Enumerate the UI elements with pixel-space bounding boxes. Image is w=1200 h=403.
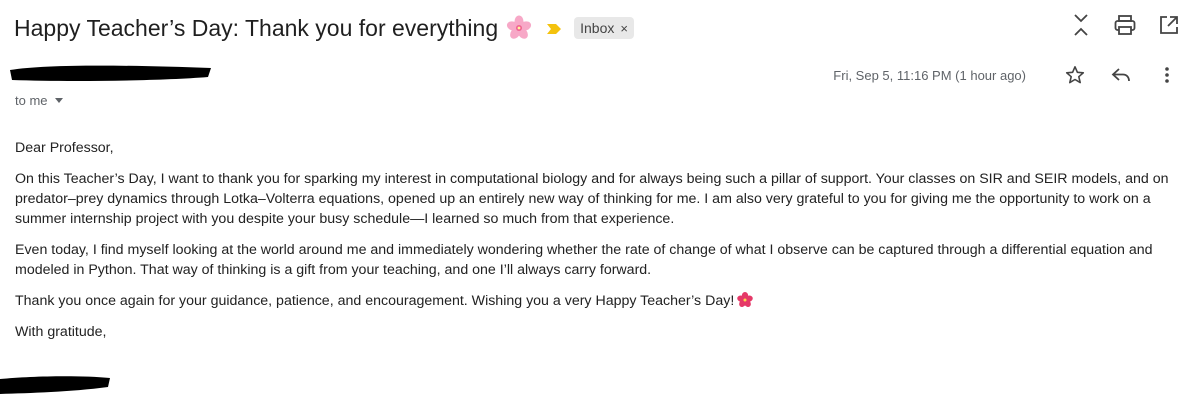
greeting: Dear Professor,	[15, 140, 114, 156]
remove-label-icon[interactable]: ×	[620, 21, 628, 36]
paragraph-3: Thank you once again for your guidance, …	[15, 293, 735, 309]
importance-marker-icon[interactable]	[546, 22, 562, 34]
message-date: Fri, Sep 5, 11:16 PM (1 hour ago)	[833, 67, 1026, 83]
paragraph-2: Even today, I find myself looking at the…	[15, 242, 1153, 278]
email-subject: Happy Teacher’s Day: Thank you for every…	[14, 14, 499, 41]
caret-down-icon	[54, 98, 63, 103]
expand-collapse-icon[interactable]	[1070, 14, 1092, 36]
message-meta: Fri, Sep 5, 11:16 PM (1 hour ago)	[833, 64, 1178, 86]
cherry-blossom-icon	[506, 15, 532, 41]
more-vert-icon[interactable]	[1156, 64, 1178, 86]
print-icon[interactable]	[1114, 14, 1136, 36]
reply-icon[interactable]	[1110, 64, 1132, 86]
open-in-new-window-icon[interactable]	[1158, 14, 1180, 36]
closing: With gratitude,	[15, 324, 107, 340]
hibiscus-icon	[737, 292, 754, 308]
label-text: Inbox	[580, 20, 615, 36]
sender-name-redacted	[8, 62, 213, 84]
recipient-dropdown[interactable]: to me	[15, 93, 63, 108]
subject-row: Happy Teacher’s Day: Thank you for every…	[14, 8, 634, 48]
message-body: Dear Professor, On this Teacher’s Day, I…	[15, 138, 1190, 353]
signature-redacted	[0, 373, 112, 395]
inbox-label-chip[interactable]: Inbox ×	[574, 17, 634, 39]
recipient-label: to me	[15, 93, 48, 108]
top-actions	[1070, 14, 1180, 36]
paragraph-3-wrapper: Thank you once again for your guidance, …	[15, 291, 1190, 311]
star-icon[interactable]	[1064, 64, 1086, 86]
paragraph-1: On this Teacher’s Day, I want to thank y…	[15, 171, 1169, 227]
